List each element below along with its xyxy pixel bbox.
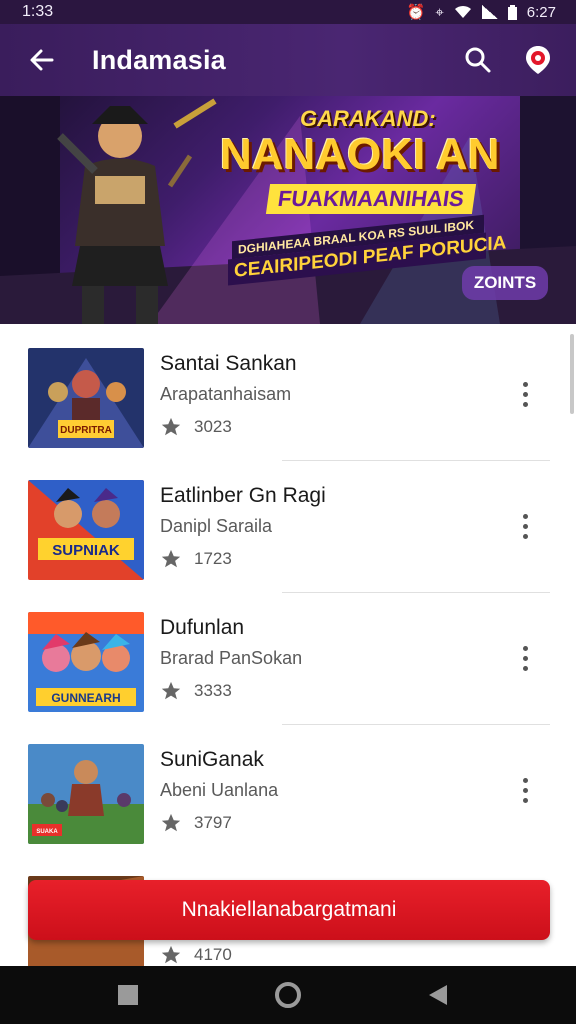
game-thumbnail: SUPNIAK xyxy=(28,480,144,580)
game-title: Dufunlan xyxy=(160,616,245,639)
game-publisher: Arapatanhaisam xyxy=(160,384,292,404)
back-button[interactable] xyxy=(22,40,62,80)
notification-button[interactable] xyxy=(518,40,558,80)
thumbnail-title: GUNNEARH xyxy=(51,691,120,705)
system-nav-bar xyxy=(0,966,576,1024)
notification-icon xyxy=(526,46,550,74)
list-item[interactable]: GUNNEARH Dufunlan Brarad PanSokan 3333 xyxy=(0,588,576,720)
recents-icon xyxy=(118,985,138,1005)
rating-value: 1723 xyxy=(194,549,232,568)
back-arrow-icon xyxy=(30,49,54,71)
more-icon xyxy=(522,513,528,519)
page-title: Indamasia xyxy=(92,44,226,75)
rating-value: 3797 xyxy=(194,813,232,832)
more-options-button[interactable] xyxy=(510,374,540,414)
recents-button[interactable] xyxy=(113,980,143,1010)
game-title: Eatlinber Gn Ragi xyxy=(160,484,326,507)
back-icon xyxy=(429,985,447,1005)
game-publisher: Brarad PanSokan xyxy=(160,648,303,668)
home-button[interactable] xyxy=(273,980,303,1010)
star-icon xyxy=(161,945,181,964)
game-thumbnail: GUNNEARH xyxy=(28,612,144,712)
thumbnail-title: SUPNIAK xyxy=(52,542,120,559)
rating-value: 4170 xyxy=(194,945,232,964)
status-time: 1:33 xyxy=(22,3,54,20)
star-icon xyxy=(161,681,181,700)
thumbnail-title: SUAKA xyxy=(36,829,58,835)
game-title: Santai Sankan xyxy=(160,352,297,375)
game-thumbnail: DUPRITRA xyxy=(28,348,144,448)
game-title: SuniGanak xyxy=(160,748,264,771)
points-badge[interactable]: ZOINTS xyxy=(462,266,548,300)
game-rating: 3023 xyxy=(160,416,232,438)
more-icon xyxy=(522,381,528,387)
battery-icon xyxy=(507,4,517,20)
banner-subheadline: FUAKMAANIHAIS xyxy=(265,184,476,214)
search-button[interactable] xyxy=(458,40,498,80)
list-item[interactable]: DUPRITRA Santai Sankan Arapatanhaisam 30… xyxy=(0,324,576,456)
status-icons: ⏰ ⌖ 6:27 xyxy=(406,3,556,22)
game-list: DUPRITRA Santai Sankan Arapatanhaisam 30… xyxy=(0,324,576,966)
status-clock: 6:27 xyxy=(526,3,556,21)
rating-value: 3023 xyxy=(194,417,232,436)
banner-kicker: GARAKAND: xyxy=(300,106,436,131)
more-icon xyxy=(522,777,528,783)
system-back-button[interactable] xyxy=(423,980,453,1010)
status-bar: 1:33 ⏰ ⌖ 6:27 xyxy=(0,0,576,24)
home-icon xyxy=(275,982,301,1008)
banner-headline: NANAOKI AN xyxy=(220,130,500,179)
thumbnail-title: DUPRITRA xyxy=(60,425,112,436)
game-rating: 1723 xyxy=(160,548,232,570)
search-icon xyxy=(465,47,491,73)
scrollbar[interactable] xyxy=(570,334,574,414)
game-rating: 3333 xyxy=(160,680,232,702)
wifi-icon xyxy=(454,5,471,18)
location-icon: ⌖ xyxy=(435,3,444,21)
signal-icon xyxy=(481,5,498,19)
more-options-button[interactable] xyxy=(510,638,540,678)
rating-value: 3333 xyxy=(194,681,232,700)
more-options-button[interactable] xyxy=(510,770,540,810)
star-icon xyxy=(161,549,181,568)
app-bar: Indamasia xyxy=(0,24,576,96)
game-rating: 3797 xyxy=(160,812,232,834)
alarm-icon: ⏰ xyxy=(406,4,426,21)
more-icon xyxy=(522,645,528,651)
star-icon xyxy=(161,813,181,832)
star-icon xyxy=(161,417,181,436)
game-publisher: Abeni Uanlana xyxy=(160,780,279,800)
game-rating: 4170 xyxy=(160,944,232,966)
game-publisher: Danipl Saraila xyxy=(160,516,273,536)
more-options-button[interactable] xyxy=(510,506,540,546)
list-item[interactable]: SUAKA SuniGanak Abeni Uanlana 3797 xyxy=(0,720,576,852)
cta-button[interactable]: Nnakiellanabargatmani xyxy=(28,880,550,940)
game-thumbnail: SUAKA xyxy=(28,744,144,844)
list-item[interactable]: SUPNIAK Eatlinber Gn Ragi Danipl Saraila… xyxy=(0,456,576,588)
